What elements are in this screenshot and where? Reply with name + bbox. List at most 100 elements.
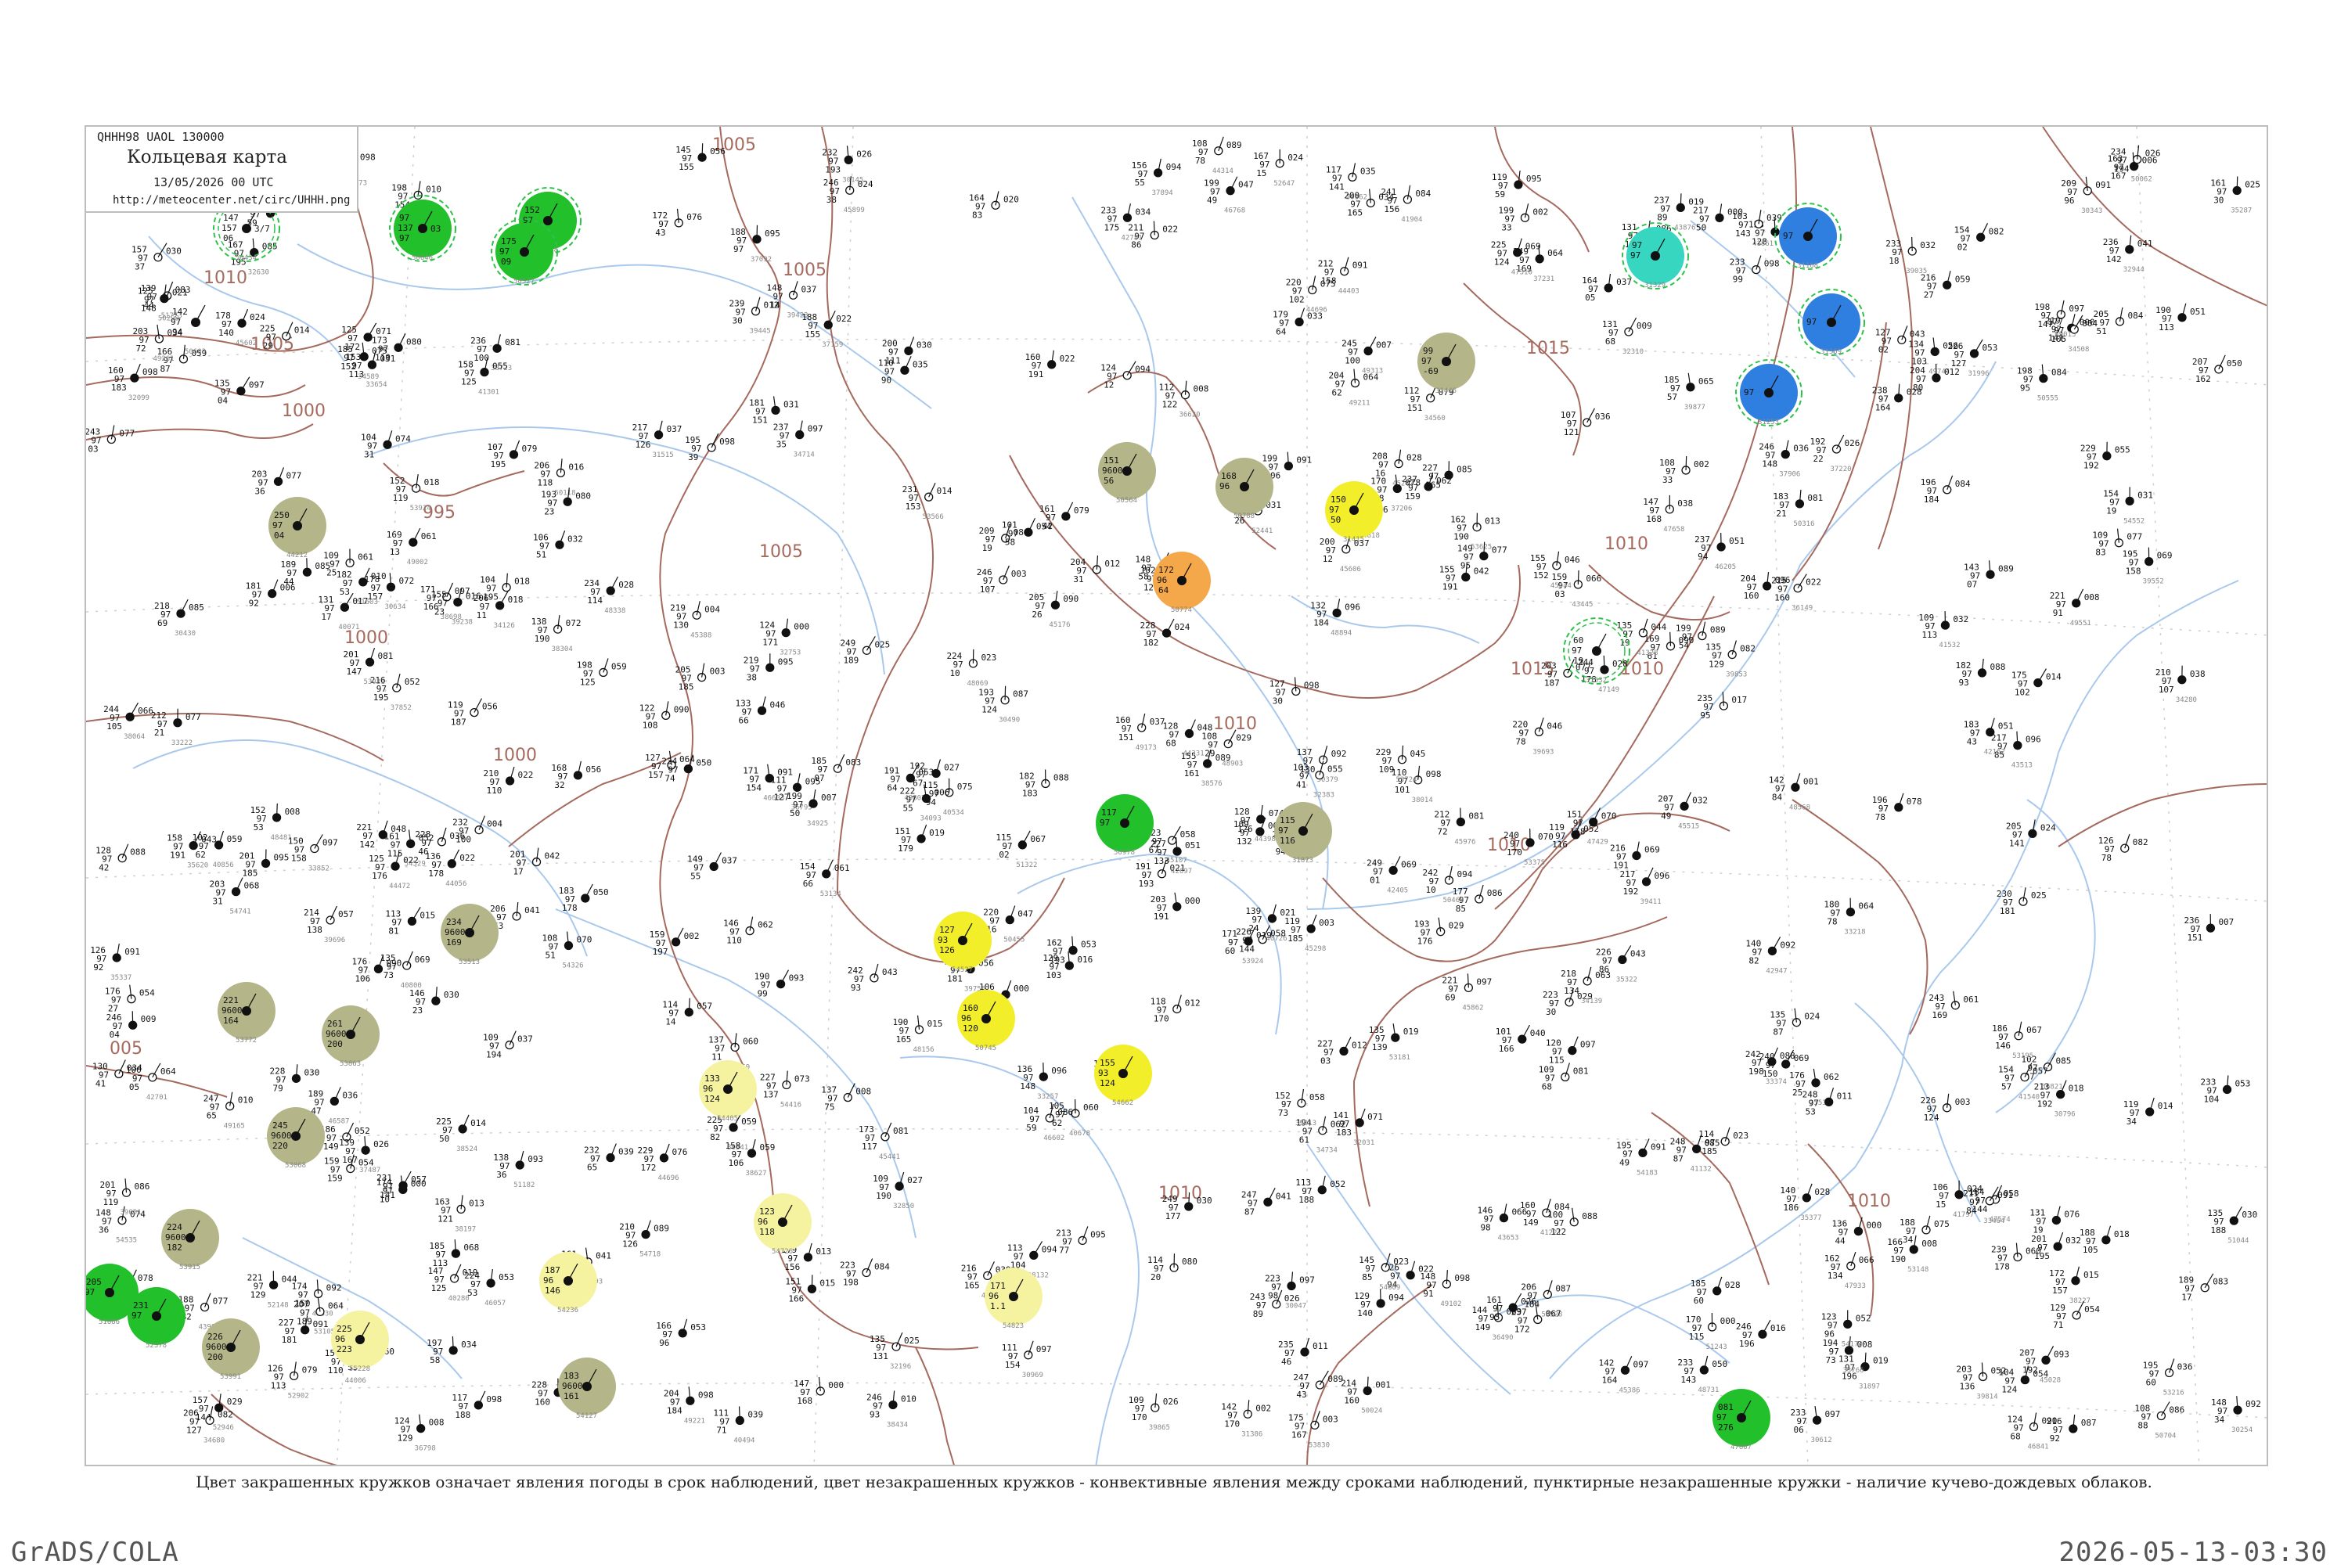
svg-text:46768: 46768 [1224, 207, 1245, 215]
svg-text:88: 88 [2137, 1420, 2148, 1430]
small-station-plot: 1359713102532196 [870, 1332, 920, 1371]
svg-text:158: 158 [2126, 566, 2141, 577]
svg-text:075: 075 [1934, 1219, 1950, 1229]
svg-text:39814: 39814 [1977, 1393, 1998, 1401]
svg-text:77: 77 [1059, 1245, 1069, 1255]
svg-text:030: 030 [917, 340, 932, 350]
station-index: 47807 [1730, 1444, 1752, 1451]
svg-text:077: 077 [185, 712, 201, 722]
svg-text:024: 024 [1287, 153, 1303, 163]
svg-text:115: 115 [1689, 1332, 1705, 1342]
station-value: 56 [1104, 476, 1114, 486]
svg-text:143: 143 [1680, 1375, 1696, 1385]
svg-text:32944: 32944 [2123, 266, 2145, 274]
small-station-plot: 221976909745862 [1442, 973, 1492, 1012]
small-station-plot: 1689732056 [551, 761, 601, 790]
svg-text:012: 012 [1104, 559, 1120, 569]
svg-text:136: 136 [1960, 1381, 1975, 1391]
station-value: 97 [1572, 646, 1582, 656]
svg-text:48338: 48338 [604, 607, 625, 615]
svg-text:193: 193 [1050, 955, 1065, 966]
svg-text:34925: 34925 [807, 820, 828, 828]
svg-text:33: 33 [1501, 222, 1511, 232]
svg-text:092: 092 [1780, 940, 1795, 950]
svg-text:49: 49 [1207, 196, 1217, 206]
small-station-plot: 1279730098 [1269, 677, 1320, 706]
svg-text:27: 27 [108, 1004, 118, 1014]
small-station-plot: 2019717042 [510, 848, 560, 877]
source-url[interactable]: http://meteocenter.net/circ/UHHH.png [113, 194, 350, 207]
small-station-plot: 1999733002 [1498, 203, 1548, 232]
map-canvas[interactable]: 1005101010051000995100510001000005100510… [86, 127, 2268, 1466]
map-frame[interactable]: 1005101010051000995100510001000005100510… [85, 125, 2268, 1466]
svg-text:45441: 45441 [879, 1153, 900, 1161]
station-plot: 9731369 [1799, 290, 1864, 356]
svg-text:091: 091 [1997, 1190, 2013, 1200]
svg-text:091: 091 [1352, 261, 1368, 271]
svg-text:83: 83 [972, 210, 982, 220]
svg-text:098: 098 [698, 1390, 714, 1400]
svg-text:36: 36 [255, 486, 265, 496]
svg-text:67: 67 [913, 778, 923, 788]
station-value: 96 [1157, 575, 1167, 585]
station-pressure: 60 [1573, 635, 1583, 646]
svg-text:115: 115 [387, 848, 403, 858]
small-station-plot: 1669796053 [656, 1319, 706, 1348]
svg-text:179: 179 [898, 843, 913, 854]
svg-text:020: 020 [1003, 194, 1019, 204]
svg-text:19: 19 [2033, 1225, 2043, 1235]
svg-text:184: 184 [667, 1405, 682, 1415]
small-station-plot: 23797172067 [1511, 1305, 1561, 1334]
svg-text:14: 14 [769, 300, 780, 310]
small-station-plot: 19397176029 [1414, 918, 1464, 947]
station-value: 220 [272, 1141, 288, 1151]
station-plot: 1179750978 [1096, 794, 1154, 857]
small-station-plot: 2199738095 [744, 653, 794, 682]
svg-text:059: 059 [759, 1142, 775, 1153]
svg-text:03: 03 [88, 444, 98, 454]
svg-text:34589: 34589 [358, 373, 379, 381]
svg-text:154: 154 [1005, 1360, 1021, 1370]
svg-text:045: 045 [1410, 749, 1425, 759]
svg-text:39877: 39877 [1684, 404, 1705, 412]
svg-text:90: 90 [881, 375, 891, 385]
river-line [297, 244, 931, 408]
svg-text:113: 113 [432, 1258, 448, 1268]
svg-text:42701: 42701 [146, 1094, 167, 1102]
svg-text:170: 170 [1224, 1419, 1240, 1429]
station-index: 55228 [349, 1365, 370, 1373]
svg-text:64: 64 [887, 782, 898, 793]
isobar-label: 1005 [759, 542, 803, 562]
svg-text:032: 032 [1953, 614, 1968, 624]
isobar-label: 1010 [1847, 1192, 1891, 1211]
svg-text:095: 095 [1090, 1229, 1106, 1239]
svg-text:119: 119 [393, 493, 409, 503]
svg-text:79: 79 [272, 1083, 283, 1093]
svg-text:054: 054 [139, 988, 155, 998]
svg-text:81: 81 [388, 926, 398, 936]
svg-text:150: 150 [1763, 1069, 1778, 1079]
station-value: 9600 [165, 1232, 186, 1243]
station-value: 164 [223, 1016, 239, 1026]
svg-text:34093: 34093 [920, 815, 942, 823]
svg-text:004: 004 [2082, 318, 2098, 329]
svg-text:23: 23 [412, 1005, 423, 1016]
station-pressure: 224 [167, 1222, 182, 1232]
station-value: 97 [1100, 818, 1110, 828]
isobar-label: 1000 [282, 401, 326, 421]
svg-text:062: 062 [1824, 1072, 1839, 1082]
svg-text:93: 93 [851, 983, 861, 993]
station-value: 04 [274, 530, 285, 541]
svg-text:000: 000 [1720, 1316, 1736, 1326]
small-station-plot: 1959739098 [685, 433, 735, 462]
svg-text:019: 019 [1873, 1356, 1889, 1366]
svg-text:062: 062 [758, 920, 773, 930]
svg-text:143: 143 [1735, 228, 1751, 239]
small-station-plot: 2339799098 [1730, 256, 1780, 285]
small-station-plot: 23697151007 [2184, 914, 2234, 943]
small-station-plot: 1099768081 [1539, 1063, 1589, 1091]
station-pressure: 155 [1100, 1058, 1115, 1068]
svg-text:097: 097 [2069, 304, 2084, 314]
svg-text:000: 000 [1014, 984, 1029, 994]
svg-text:098: 098 [1426, 769, 1442, 779]
